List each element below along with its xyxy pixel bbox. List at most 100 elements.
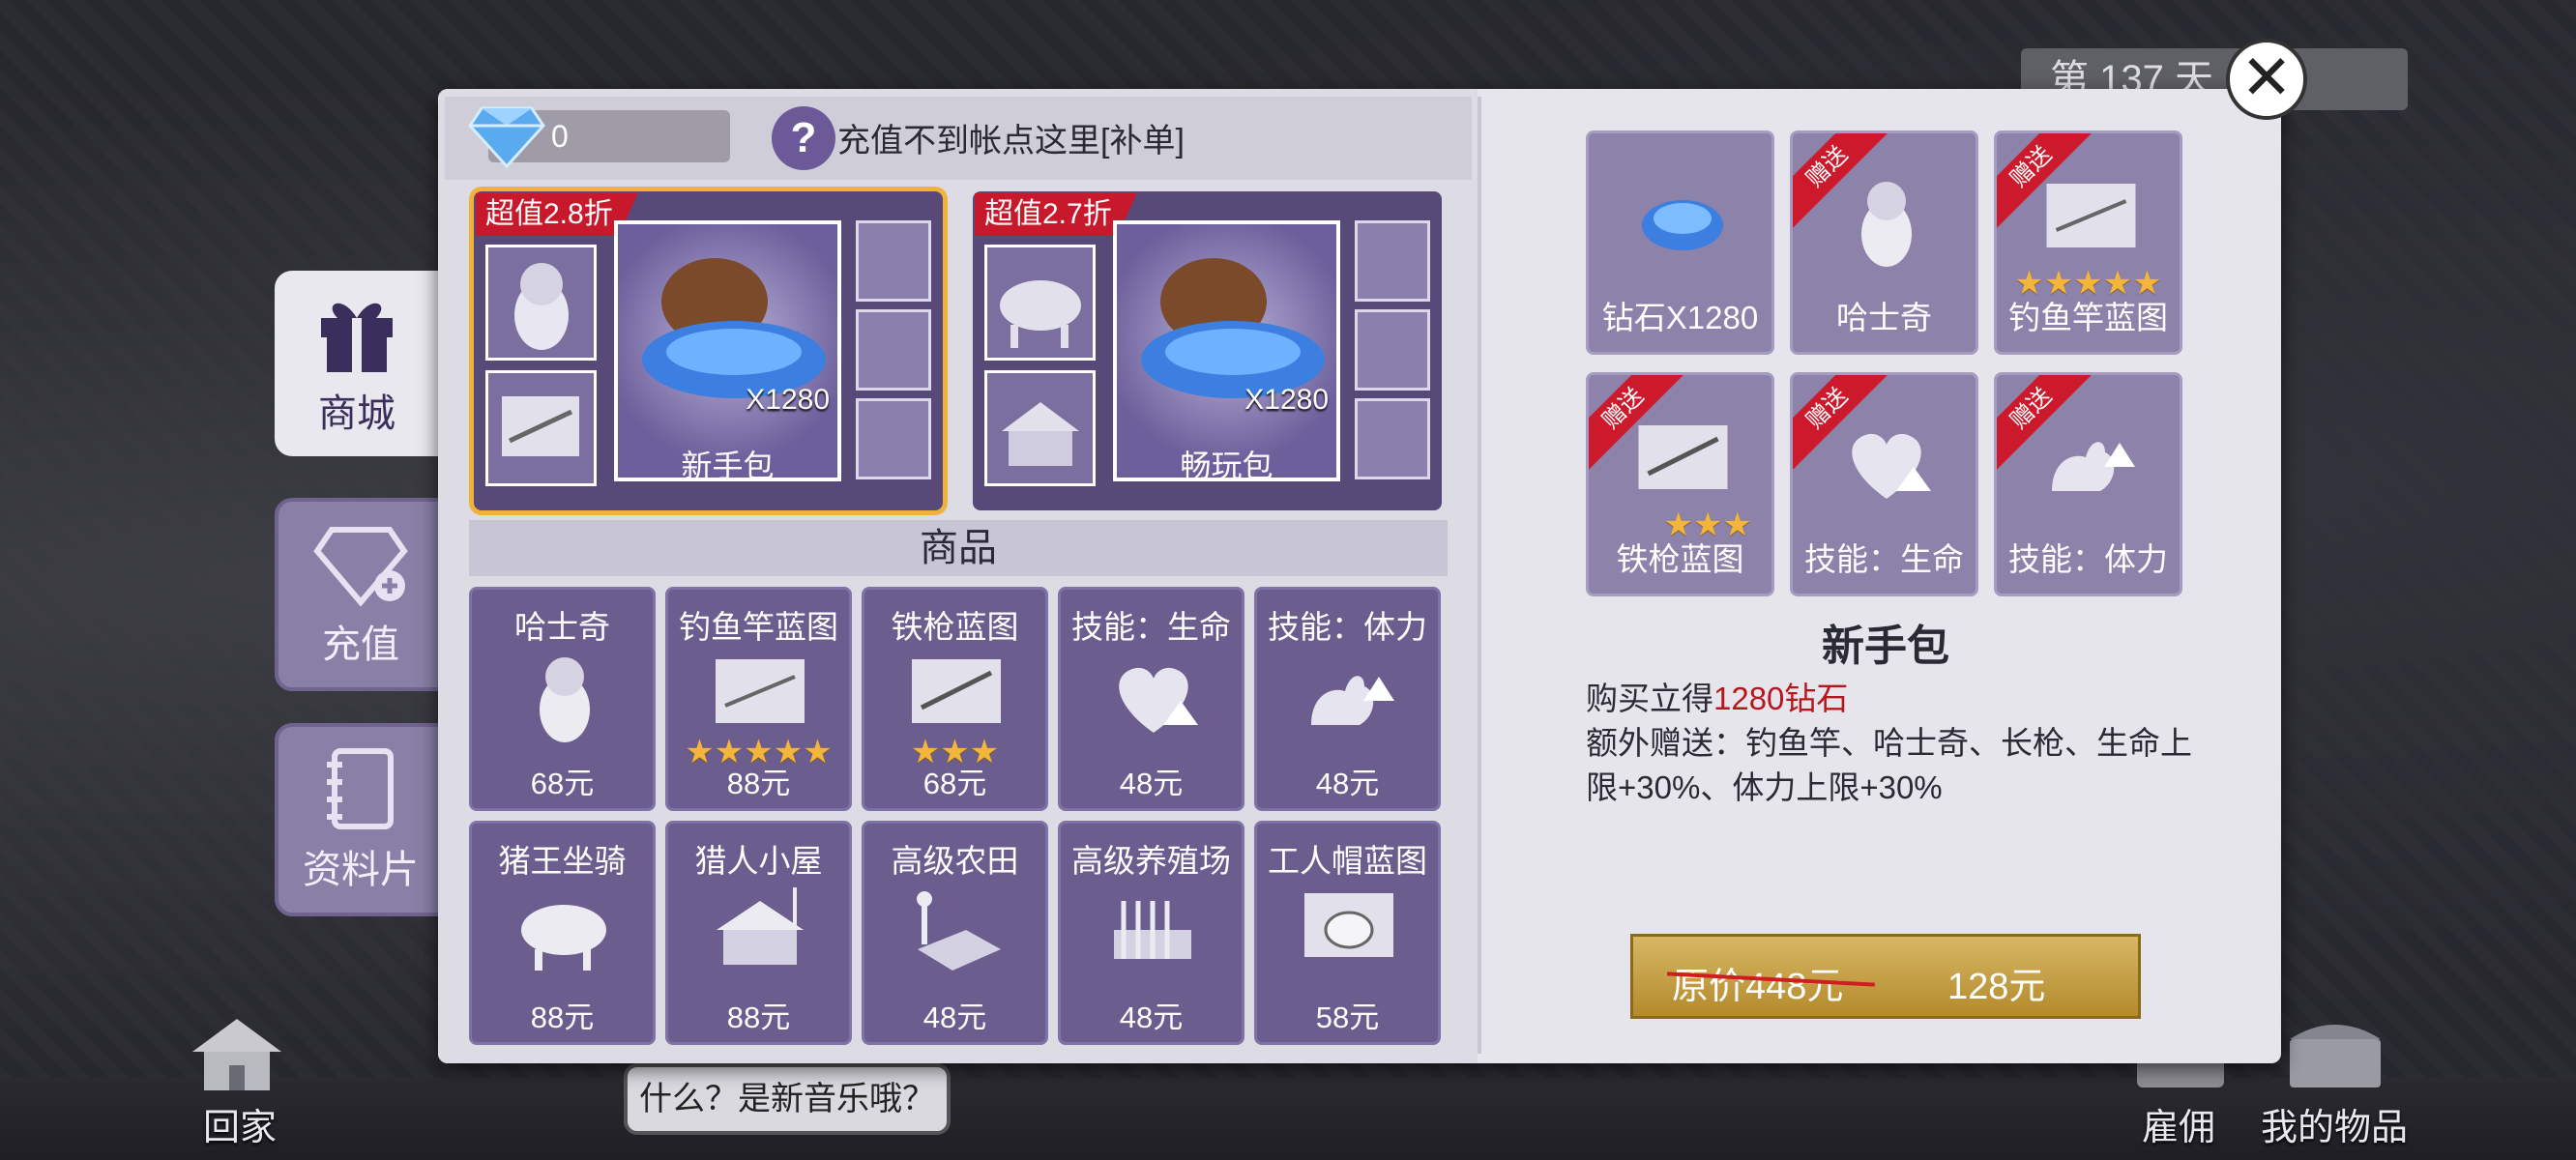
recharge-help-link[interactable]: 充值不到帐点这里[补单] [837,114,1185,161]
tab-expansion[interactable]: 资料片 [275,723,447,916]
product-price: 68元 [922,767,987,800]
pack-main-reward: X1280 畅玩包 [1113,220,1340,483]
product-tile-advanced-farm[interactable]: 高级农田 48元 [862,821,1048,1045]
pack-item-slot [984,370,1096,486]
husky-icon [514,263,569,350]
pack-main-reward: X1280 新手包 [614,220,841,483]
product-price: 88元 [726,767,791,800]
content-label: 铁枪蓝图 [1616,541,1744,577]
product-name: 技能：体力 [1268,609,1427,645]
product-tile-hunter-hut[interactable]: 猎人小屋 88元 [665,821,852,1045]
diamond-icon [468,104,545,170]
pack-quantity: X1280 [1244,384,1329,416]
content-label: 技能：生命 [1804,541,1964,577]
hut-icon [717,887,804,965]
content-label: 钻石X1280 [1601,300,1759,335]
product-tile-skill-life[interactable]: 技能：生命 48元 [1058,587,1244,811]
product-name: 铁枪蓝图 [891,609,1019,645]
product-tile-husky[interactable]: 哈士奇 68元 [469,587,656,811]
blueprint-icon [716,659,805,723]
product-tile-fishing-rod-blueprint[interactable]: 钓鱼竿蓝图 ★★★★★ 88元 [665,587,852,811]
pack-content-skill-stamina: 赠送 技能：体力 [1994,372,2182,596]
husky-icon [1861,182,1912,267]
product-name: 猪王坐骑 [498,843,627,879]
boar-icon [521,905,606,971]
help-icon[interactable]: ? [772,106,835,170]
buy-button[interactable]: 原价448元 128元 [1630,934,2141,1019]
product-tile-iron-spear-blueprint[interactable]: 铁枪蓝图 ★★★ 68元 [862,587,1048,811]
product-name: 猎人小屋 [694,843,823,879]
goods-section-header: 商品 [469,520,1448,576]
pack-content-husky: 赠送 哈士奇 [1790,130,1978,355]
heart-up-icon [1119,667,1198,733]
product-price: 48元 [1119,1000,1184,1034]
hire-label[interactable]: 雇佣 [2142,1097,2215,1150]
product-name: 高级农田 [891,843,1019,879]
diamond-pile-icon [1642,200,1723,250]
hut-icon [1002,402,1079,466]
tab-recharge[interactable]: 充值 [275,498,447,691]
product-tile-skill-stamina[interactable]: 技能：体力 48元 [1254,587,1441,811]
desc-extra: 额外赠送：钓鱼竿、哈士奇、长枪、生命上限+30%、体力上限+30% [1586,725,2192,805]
product-price: 68元 [530,767,595,800]
pack-item-slot [1355,220,1430,302]
desc-prefix: 购买立得 [1586,681,1713,716]
notebook-icon [327,748,394,829]
items-chest-icon[interactable] [2282,1015,2388,1092]
close-button[interactable]: ✕ [2226,39,2307,120]
panel-divider [1478,97,1481,1054]
product-name: 哈士奇 [514,609,610,645]
pack-item-slot [856,309,931,391]
blueprint-icon [1304,893,1393,957]
tab-shop-label: 商城 [318,392,395,435]
pack-content-skill-life: 赠送 技能：生命 [1790,372,1978,596]
home-icon[interactable] [189,1015,285,1092]
pack-content-fishing-rod: 赠送 ★★★★★ 钓鱼竿蓝图 [1994,130,2182,355]
product-tile-worker-hat-blueprint[interactable]: 工人帽蓝图 58元 [1254,821,1441,1045]
product-name: 工人帽蓝图 [1268,843,1427,879]
boar-icon [1000,280,1081,348]
muscle-up-icon [1311,676,1394,725]
content-label: 技能：体力 [2008,541,2168,577]
tab-expansion-label: 资料片 [303,849,419,891]
items-label[interactable]: 我的物品 [2261,1097,2408,1150]
tab-shop[interactable]: 商城 [275,271,439,456]
product-price: 58元 [1315,1000,1380,1034]
product-name: 钓鱼竿蓝图 [679,609,838,645]
pack-content-iron-spear: 赠送 ★★★ 铁枪蓝图 [1586,372,1774,596]
blueprint-icon [502,396,579,456]
pack-content-diamonds: 钻石X1280 [1586,130,1774,355]
detail-description: 购买立得1280钻石 额外赠送：钓鱼竿、哈士奇、长枪、生命上限+30%、体力上限… [1586,677,2205,810]
heart-up-icon [1852,433,1931,499]
pack-name: 畅玩包 [1180,449,1273,483]
desc-highlight: 1280钻石 [1713,681,1849,716]
sale-price: 128元 [1947,967,2046,1007]
product-price: 88元 [530,1000,595,1034]
detail-title: 新手包 [1822,623,1949,670]
pack-card-starter[interactable]: 超值2.8折 X1280 新手包 [474,191,943,510]
blueprint-icon [1638,425,1728,489]
product-price: 48元 [1119,767,1184,800]
pack-item-slot [856,398,931,479]
product-tile-advanced-ranch[interactable]: 高级养殖场 48元 [1058,821,1244,1045]
pack-name: 新手包 [681,449,775,483]
content-label: 钓鱼竿蓝图 [2008,300,2168,335]
product-tile-boar-mount[interactable]: 猪王坐骑 88元 [469,821,656,1045]
product-price: 48元 [1315,767,1380,800]
pack-item-slot [984,245,1096,361]
blueprint-icon [912,659,1001,723]
pack-item-slot [485,245,597,361]
farm-icon [917,891,1001,971]
blueprint-icon [2046,184,2136,247]
gift-icon [321,303,393,372]
tab-recharge-label: 充值 [322,624,399,666]
product-name: 技能：生命 [1071,609,1231,645]
pack-card-play[interactable]: 超值2.7折 X1280 畅玩包 [973,191,1442,510]
pack-item-slot [1355,309,1430,391]
home-label[interactable]: 回家 [203,1097,277,1150]
husky-icon [540,657,590,742]
product-name: 高级养殖场 [1071,843,1231,879]
muscle-up-icon [2052,442,2135,491]
product-price: 88元 [726,1000,791,1034]
pack-quantity: X1280 [746,384,830,416]
